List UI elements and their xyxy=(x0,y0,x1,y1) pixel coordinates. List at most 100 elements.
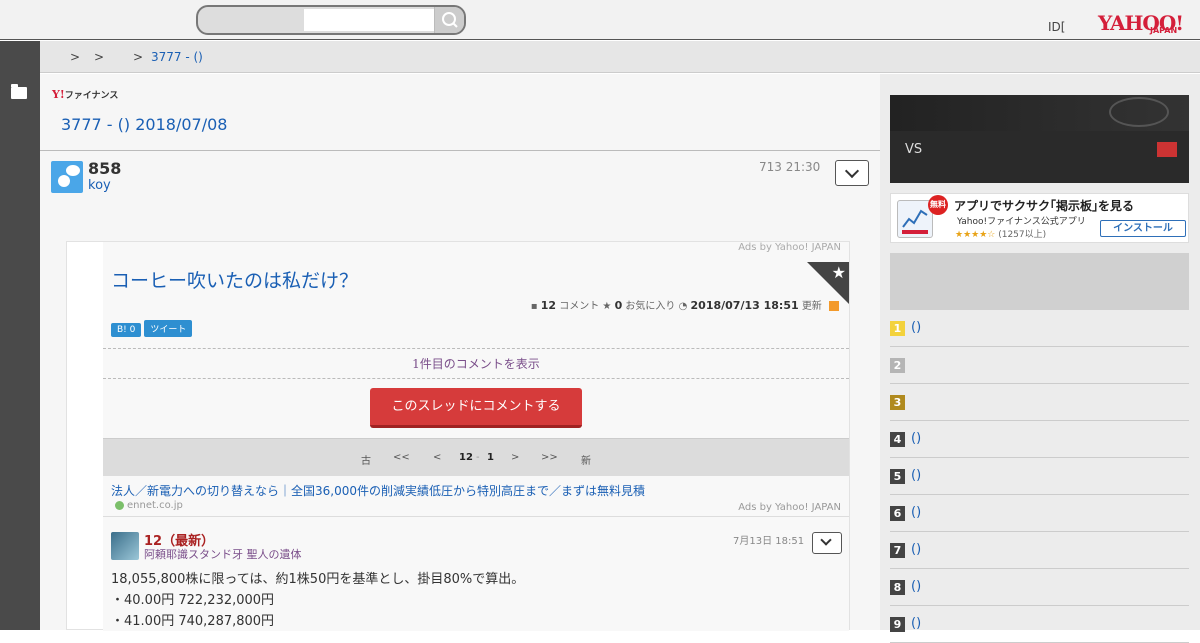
avatar[interactable] xyxy=(51,161,83,193)
thread-meta: ▪ 12 コメント ★ 0 お気に入り ◔ 2018/07/13 18:51 更… xyxy=(531,297,839,312)
breadcrumb-current[interactable]: 3777 - () xyxy=(151,50,203,64)
favorite-count: 0 xyxy=(614,299,623,312)
ranking-number: 5 xyxy=(890,469,905,484)
search-box[interactable] xyxy=(196,5,466,35)
ranking-item[interactable]: 1 () xyxy=(890,310,1189,347)
user-id-text: ID[ xyxy=(1048,20,1066,34)
breadcrumb-separator: > xyxy=(94,50,105,64)
app-ad[interactable]: 無料 アプリでサクサク｢掲示板｣を見る Yahoo!ファイナンス公式アプリ ★★… xyxy=(890,193,1189,243)
ranking-item[interactable]: 8 () xyxy=(890,569,1189,606)
team-flag xyxy=(1157,142,1177,157)
ad-url: ennet.co.jp xyxy=(127,500,183,511)
updated-label: 更新 xyxy=(801,301,822,312)
ranking-link[interactable]: () xyxy=(911,505,921,520)
install-button[interactable]: インストール xyxy=(1100,220,1186,237)
rss-icon xyxy=(829,301,839,311)
ranking-number: 1 xyxy=(890,321,905,336)
ranking-item[interactable]: 3 xyxy=(890,384,1189,421)
post-username[interactable]: koy xyxy=(88,178,111,193)
ads-label: Ads by Yahoo! JAPAN xyxy=(738,242,841,253)
breadcrumb: > > > 3777 - () xyxy=(40,41,1200,73)
ranking-link[interactable]: () xyxy=(911,468,921,483)
pager: 古 << < 12 - 1 > >> 新 xyxy=(103,438,849,476)
search-icon xyxy=(442,12,458,28)
ranking-item[interactable]: 5 () xyxy=(890,458,1189,495)
tweet-button: ツイート xyxy=(144,320,193,337)
left-rail xyxy=(0,41,40,630)
app-rating: ★★★★☆ (1257以上) xyxy=(955,227,1046,240)
breadcrumb-separator: > xyxy=(70,50,81,64)
ranking-number: 7 xyxy=(890,543,905,558)
ranking-link[interactable]: () xyxy=(911,542,921,557)
star-icon: ★ xyxy=(602,301,612,312)
post-menu-button[interactable] xyxy=(835,160,869,186)
ranking-number: 3 xyxy=(890,395,905,410)
comment-count-label: コメント xyxy=(559,301,600,312)
comment-icon: ▪ xyxy=(530,301,538,312)
finance-logo-text: ファイナンス xyxy=(64,91,119,101)
ad-placeholder xyxy=(890,253,1189,310)
social-buttons: B! 0 ツイート xyxy=(111,320,195,337)
post-number: 858 xyxy=(88,159,122,178)
star-icon: ★ xyxy=(831,263,846,282)
chevron-down-icon xyxy=(844,163,860,179)
ranking-item[interactable]: 6 () xyxy=(890,495,1189,532)
app-ad-subtitle: Yahoo!ファイナンス公式アプリ xyxy=(957,217,1086,227)
ranking-item[interactable]: 4 () xyxy=(890,421,1189,458)
folder-icon[interactable] xyxy=(11,84,27,99)
finance-logo[interactable]: Y!ファイナンス xyxy=(52,88,118,101)
rating-count: (1257以上) xyxy=(998,230,1047,240)
comment-username: 阿頼耶識スタンド牙 聖人の遺体 xyxy=(144,548,302,561)
ranking-item[interactable]: 2 xyxy=(890,347,1189,384)
ad-favicon xyxy=(115,501,124,510)
promo-banner[interactable]: VS xyxy=(890,95,1189,183)
divider xyxy=(103,516,849,517)
ranking-number: 4 xyxy=(890,432,905,447)
pager-next: > xyxy=(511,452,520,463)
divider xyxy=(40,150,880,151)
chevron-down-icon xyxy=(820,534,832,546)
app-ad-title: アプリでサクサク｢掲示板｣を見る xyxy=(954,199,1135,213)
sidebar: VS 無料 アプリでサクサク｢掲示板｣を見る Yahoo!ファイナンス公式アプリ… xyxy=(880,74,1200,643)
avatar xyxy=(111,532,139,560)
ranking-number: 6 xyxy=(890,506,905,521)
page-title[interactable]: 3777 - () 2018/07/08 xyxy=(61,115,227,134)
updated-time: 2018/07/13 18:51 xyxy=(690,299,799,312)
finance-logo-mark: Y! xyxy=(52,88,65,101)
ranking-link[interactable]: () xyxy=(911,320,921,335)
top-bar: ID[ YAHOO! JAPAN xyxy=(0,0,1200,40)
divider xyxy=(103,348,849,349)
baseball-icon xyxy=(1109,97,1169,127)
breadcrumb-separator: > xyxy=(133,50,144,64)
thread-title: コーヒー吹いたのは私だけ？ xyxy=(111,270,359,292)
hatena-button: B! 0 xyxy=(111,323,142,337)
pager-next-many: >> xyxy=(541,452,558,463)
comment-body: 18,055,800株に限っては、約1株50円を基準とし、掛目80%で算出。 ・… xyxy=(111,569,524,632)
search-button[interactable] xyxy=(434,7,464,33)
pager-current-end: 1 xyxy=(487,452,494,463)
ad-link: 法人／新電力への切り替えなら｜全国36,000件の削減実績低圧から特別高圧まで／… xyxy=(111,484,645,498)
comment-timestamp: 7月13日 18:51 xyxy=(733,536,805,547)
pager-newest: 新 xyxy=(581,456,591,467)
pager-dash: - xyxy=(476,452,480,463)
favorite-label: お気に入り xyxy=(625,301,676,312)
ranking-number: 8 xyxy=(890,580,905,595)
comment-line: 18,055,800株に限っては、約1株50円を基準とし、掛目80%で算出。 xyxy=(111,572,525,587)
ranking-number: 2 xyxy=(890,358,905,373)
pager-prev: < xyxy=(433,452,442,463)
ranking-link[interactable]: () xyxy=(911,579,921,594)
main-content: Y!ファイナンス 3777 - () 2018/07/08 858 koy 71… xyxy=(40,74,880,631)
ranking-item[interactable]: 9() xyxy=(890,606,1189,643)
clock-icon: ◔ xyxy=(678,301,688,312)
free-badge: 無料 xyxy=(928,195,948,215)
pager-prev-many: << xyxy=(393,452,410,463)
show-first-comment: 1件目のコメントを表示 xyxy=(412,357,540,371)
embedded-thread: Ads by Yahoo! JAPAN コーヒー吹いたのは私だけ？ ★ ▪ 12… xyxy=(103,242,849,631)
ranking-link[interactable]: () xyxy=(911,616,921,631)
ranking-link[interactable]: () xyxy=(911,431,921,446)
chart-icon xyxy=(902,209,928,234)
ranking-item[interactable]: 7 () xyxy=(890,532,1189,569)
rating-stars: ★★★★☆ xyxy=(955,230,996,240)
comment-count: 12 xyxy=(540,299,557,312)
search-input[interactable] xyxy=(304,9,434,31)
